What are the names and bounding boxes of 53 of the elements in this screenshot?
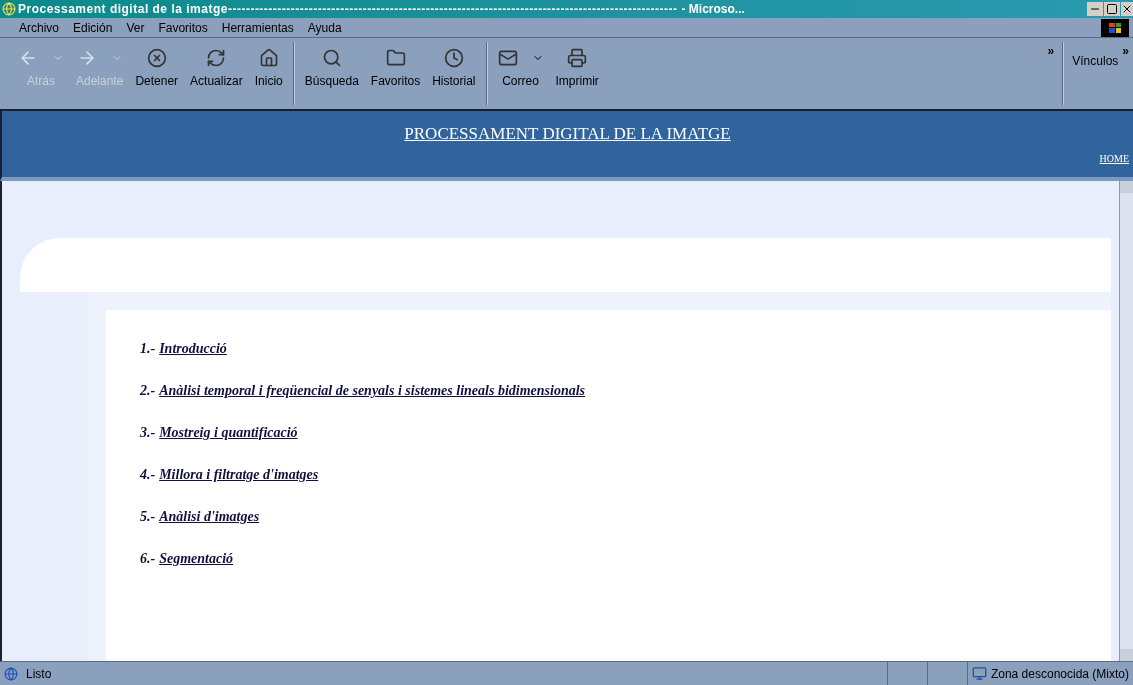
close-button[interactable] <box>1121 2 1133 16</box>
chapter-link[interactable]: Millora i filtratge d'imatges <box>159 464 319 485</box>
toolbar-button[interactable]: Correo <box>491 38 550 109</box>
menu-item[interactable]: Ver <box>119 18 152 37</box>
computer-icon <box>971 666 987 681</box>
page-title[interactable]: PROCESSAMENT DIGITAL DE LA IMATGE <box>404 121 731 147</box>
stop-icon <box>146 48 167 68</box>
item-number: 6.- <box>140 550 156 568</box>
toolbar-button[interactable]: Imprimir <box>549 38 605 109</box>
toolbar-button[interactable]: Detener <box>129 38 185 109</box>
menu-item[interactable]: Edición <box>66 18 120 37</box>
chapter-link[interactable]: Anàlisi temporal i freqüencial de senyals i sistemes lineals bidimensionals <box>159 380 586 401</box>
zone-text: Zona desconocida (Mixto) <box>990 665 1129 683</box>
close-icon <box>1121 3 1133 15</box>
toolbar-button[interactable]: Historial <box>426 38 482 109</box>
toolbar-button[interactable]: Inicio <box>248 38 289 109</box>
status-text: Listo <box>26 665 53 683</box>
item-number: 1.- <box>140 340 156 358</box>
minimize-button[interactable] <box>1087 2 1103 16</box>
maximize-button[interactable] <box>1104 2 1120 16</box>
item-number: 5.- <box>140 508 156 526</box>
chapter-link[interactable]: Segmentació <box>159 548 234 569</box>
chapter-link[interactable]: Anàlisi d'imatges <box>159 506 260 527</box>
printer-icon <box>567 48 588 68</box>
app-name: - Microso... <box>681 1 745 18</box>
folder-icon <box>385 48 406 68</box>
refresh-icon <box>206 48 227 68</box>
toolbar-button[interactable]: Actualizar <box>184 38 249 109</box>
overflow-chevron[interactable]: » <box>1047 42 1055 109</box>
home-link[interactable]: HOME <box>1099 150 1129 166</box>
clock-icon <box>443 48 464 68</box>
item-number: 2.- <box>140 382 156 400</box>
toolbar-button[interactable]: Búsqueda <box>298 38 365 109</box>
envelope-icon <box>497 48 518 68</box>
house-icon <box>258 48 279 68</box>
browser-icon <box>2 2 16 16</box>
scrollbar[interactable] <box>1119 181 1133 661</box>
item-number: 4.- <box>140 466 156 484</box>
chapter-link[interactable]: Mostreig i quantificació <box>159 422 298 443</box>
links-label[interactable]: Vínculos <box>1072 52 1119 109</box>
menu-item[interactable]: Herramientas <box>214 18 301 37</box>
search-icon <box>321 48 342 68</box>
toolbar-button[interactable]: Favoritos <box>364 38 427 109</box>
menu-item[interactable]: Favoritos <box>151 18 215 37</box>
maximize-icon <box>1106 3 1118 15</box>
menu-item[interactable]: Ayuda <box>300 18 349 37</box>
page-icon <box>4 666 18 681</box>
window-title: Processament digital de la imatge---------------------------------------------------------------------------------------------------- <box>18 1 678 18</box>
chapter-link[interactable]: Introducció <box>159 338 227 359</box>
item-number: 3.- <box>140 424 156 442</box>
windows-logo-icon <box>1101 18 1129 37</box>
overflow-chevron[interactable]: » <box>1122 42 1129 109</box>
menu-item[interactable]: Archivo <box>12 18 66 37</box>
